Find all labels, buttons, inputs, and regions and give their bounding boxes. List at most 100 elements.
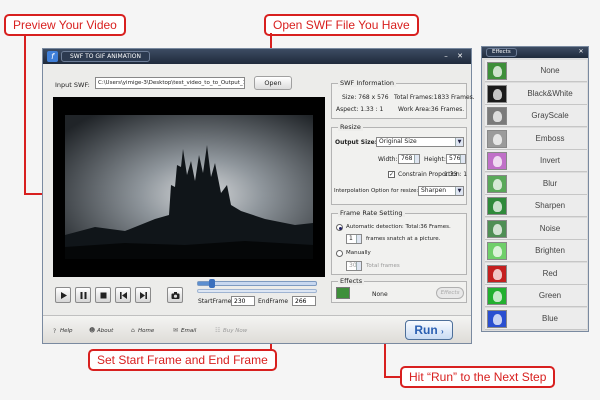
- interpolation-value: Sharpen: [421, 187, 447, 194]
- effect-item[interactable]: Green: [485, 285, 587, 307]
- effect-thumbnail: [487, 152, 507, 170]
- constrain-proportion-checkbox[interactable]: ✓: [388, 171, 395, 178]
- callout-line: [384, 340, 386, 377]
- effect-item[interactable]: Red: [485, 262, 587, 285]
- frame-rate-title: Frame Rate Setting: [338, 209, 405, 217]
- effect-label: Emboss: [535, 133, 565, 143]
- spinner-icon: [356, 235, 361, 243]
- play-button[interactable]: [55, 287, 71, 303]
- output-size-select[interactable]: Original Size ▼: [376, 137, 464, 147]
- callout-set-frames: Set Start Frame and End Frame: [88, 349, 277, 371]
- end-frame-label: EndFrame: [258, 298, 289, 305]
- effect-label: Blur: [542, 178, 558, 188]
- effect-thumbnail: [487, 309, 507, 328]
- effect-thumbnail: [487, 174, 507, 193]
- swf-size: Size: 768 x 576: [342, 94, 389, 101]
- effect-label: Invert: [539, 156, 560, 165]
- effect-item[interactable]: Emboss: [485, 127, 587, 150]
- open-button[interactable]: Open: [254, 76, 292, 90]
- width-input[interactable]: 768: [398, 154, 420, 164]
- previous-frame-button[interactable]: [115, 287, 131, 303]
- callout-preview-video: Preview Your Video: [4, 14, 126, 36]
- video-preview: [53, 97, 325, 277]
- cart-icon: ☷: [215, 327, 221, 334]
- home-icon: ⌂: [131, 327, 135, 334]
- window-title: SWF TO GIF ANIMATION: [61, 51, 150, 62]
- stop-button[interactable]: [95, 287, 111, 303]
- manual-frames-suffix: Total frames: [366, 263, 400, 269]
- spinner-icon: [460, 155, 465, 163]
- effect-label: None: [540, 66, 560, 75]
- effect-item[interactable]: Brighten: [485, 240, 587, 262]
- swf-information-panel: SWF Information Size: 768 x 576 Total Fr…: [331, 79, 475, 119]
- email-icon: ✉: [173, 327, 179, 334]
- start-frame-label: StartFrame: [198, 298, 232, 305]
- effects-panel-title: Effects: [486, 48, 517, 57]
- run-button[interactable]: Run ›: [405, 320, 453, 340]
- minimize-icon[interactable]: –: [441, 51, 451, 61]
- effects-title-bar[interactable]: Effects ✕: [482, 47, 588, 58]
- title-bar[interactable]: f SWF TO GIF ANIMATION – ✕: [43, 49, 471, 64]
- end-frame-input[interactable]: [292, 296, 316, 306]
- snatch-frames-input[interactable]: 1: [346, 234, 362, 244]
- help-icon: ?: [53, 328, 57, 335]
- bottom-bar: ? Help ☻ About ⌂ Home ✉ Email ☷ Buy Now …: [43, 315, 471, 343]
- manual-frames-input[interactable]: 30: [346, 261, 362, 271]
- interpolation-select[interactable]: Sharpen ▼: [418, 186, 464, 196]
- effect-thumbnail: [487, 242, 507, 260]
- effect-label: Black&White: [527, 88, 573, 98]
- video-frame-image: [65, 115, 313, 259]
- manually-radio[interactable]: [336, 250, 343, 257]
- effect-preview-thumb: [336, 287, 350, 299]
- width-label: Width:: [378, 156, 398, 163]
- start-frame-input[interactable]: [231, 296, 255, 306]
- effect-item[interactable]: Invert: [485, 150, 587, 172]
- spinner-icon: [356, 262, 361, 270]
- buy-now-link[interactable]: Buy Now: [223, 328, 247, 334]
- effect-thumbnail: [487, 197, 507, 215]
- snapshot-button[interactable]: [167, 287, 183, 303]
- play-icon: [61, 292, 67, 299]
- swf-information-title: SWF Information: [338, 79, 396, 87]
- effect-label: Noise: [539, 223, 561, 233]
- frame-rate-panel: Frame Rate Setting Automatic detection: …: [331, 209, 467, 275]
- main-window: f SWF TO GIF ANIMATION – ✕ Input SWF: Op…: [42, 48, 475, 344]
- help-link[interactable]: Help: [60, 328, 73, 334]
- home-link[interactable]: Home: [138, 328, 154, 334]
- width-value: 768: [401, 155, 413, 162]
- frame-end-slider[interactable]: [197, 289, 317, 293]
- close-icon[interactable]: ✕: [455, 51, 465, 61]
- input-swf-path-field[interactable]: [95, 77, 245, 89]
- callout-line: [384, 376, 400, 378]
- automatic-detection-radio[interactable]: [336, 224, 343, 231]
- pause-button[interactable]: [75, 287, 91, 303]
- effects-box: Effects None Effects: [331, 277, 467, 303]
- effect-thumbnail: [487, 219, 507, 238]
- effect-item[interactable]: GrayScale: [485, 105, 587, 127]
- constrain-ratio: 1.33 : 1: [444, 171, 468, 178]
- close-icon[interactable]: ✕: [576, 47, 586, 57]
- effect-item[interactable]: Noise: [485, 217, 587, 240]
- effect-item[interactable]: None: [485, 60, 587, 82]
- height-input[interactable]: 576: [446, 154, 466, 164]
- effect-thumbnail: [487, 84, 507, 103]
- slider-thumb[interactable]: [209, 279, 216, 288]
- effect-label: GrayScale: [531, 111, 569, 120]
- run-label: Run: [414, 323, 438, 337]
- effect-label: Sharpen: [534, 201, 566, 210]
- effect-label: Brighten: [535, 246, 565, 255]
- effects-button[interactable]: Effects: [436, 287, 464, 299]
- effect-item[interactable]: Black&White: [485, 82, 587, 105]
- email-link[interactable]: Email: [181, 328, 196, 334]
- step-forward-icon: [140, 292, 147, 299]
- pause-icon: [80, 292, 87, 299]
- interpolation-label: Interpolation Option for resize:: [334, 188, 419, 194]
- effect-item[interactable]: Sharpen: [485, 195, 587, 217]
- effect-item[interactable]: Blue: [485, 307, 587, 330]
- next-frame-button[interactable]: [135, 287, 151, 303]
- about-link[interactable]: About: [97, 328, 113, 334]
- swf-total-frames: Total Frames:1833 Frames.: [394, 94, 475, 101]
- effect-item[interactable]: Blur: [485, 172, 587, 195]
- output-size-value: Original Size: [379, 138, 417, 145]
- frame-range-slider[interactable]: [197, 279, 317, 288]
